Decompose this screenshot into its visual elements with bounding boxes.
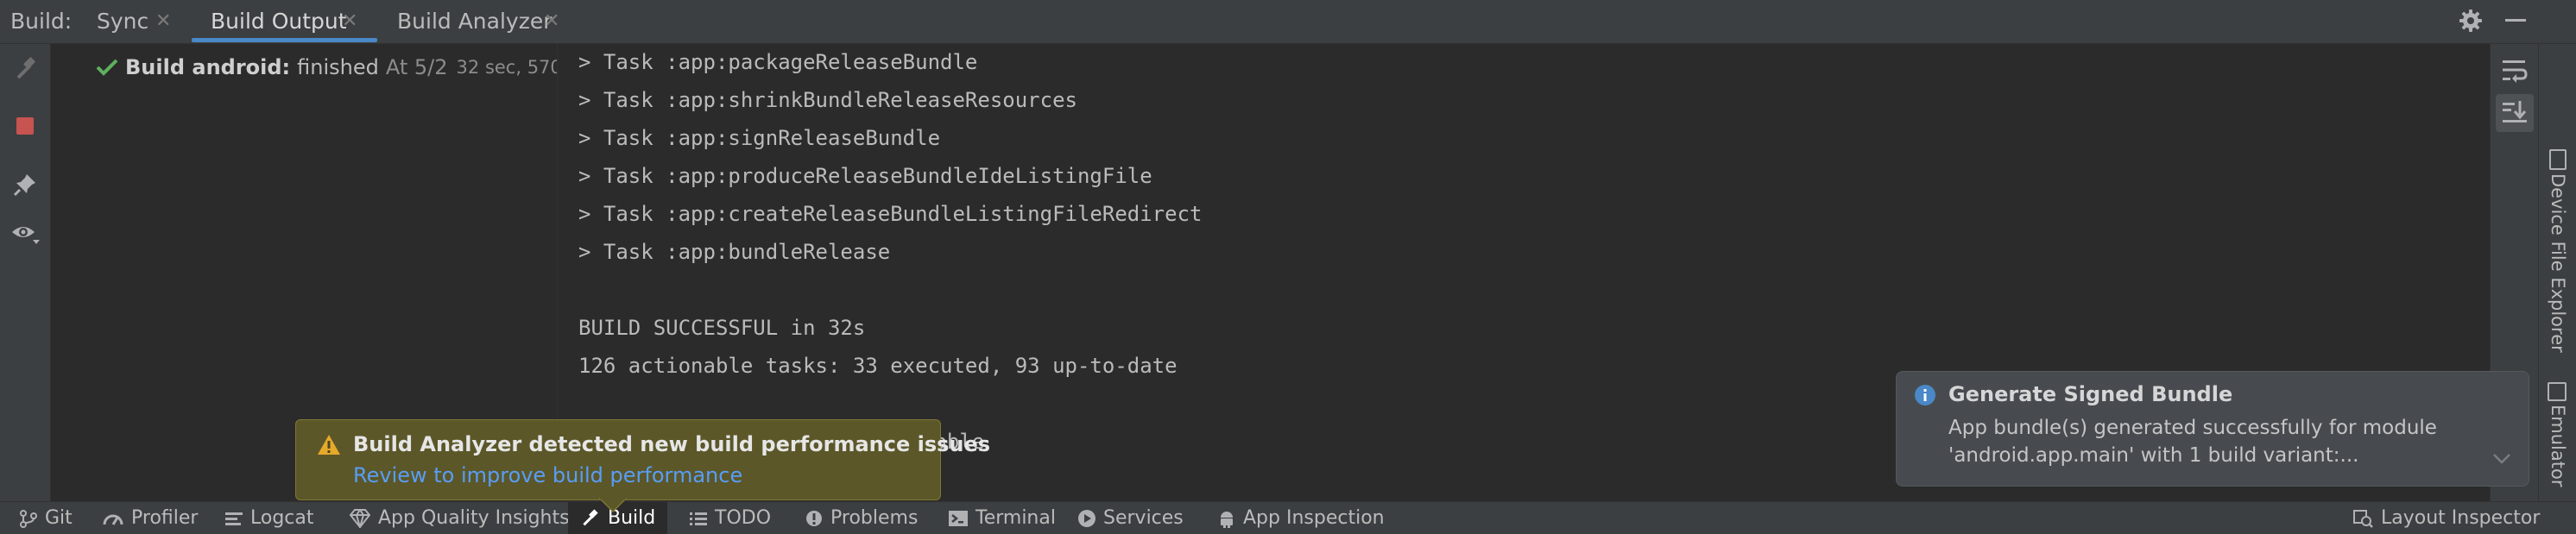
- bottom-tab-label: Logcat: [250, 507, 314, 529]
- bottom-tab-problems[interactable]: Problems: [805, 502, 918, 534]
- console-line: > Task :app:createReleaseBundleListingFi…: [578, 202, 1203, 226]
- console-line: > Task :app:signReleaseBundle: [578, 126, 941, 150]
- notification-body-line1: App bundle(s) generated successfully for…: [1948, 417, 2437, 439]
- close-icon[interactable]: ✕: [155, 10, 171, 32]
- diamond-icon: [349, 508, 371, 528]
- device-icon: [2549, 149, 2567, 170]
- tool-window-header: Build: Sync ✕ Build Output ✕ Build Analy…: [0, 0, 2576, 44]
- bottom-tab-app-inspection[interactable]: App Inspection: [1217, 502, 1385, 534]
- info-icon: [1914, 384, 1936, 406]
- balloon-pointer: [599, 498, 627, 513]
- console-line: > Task :app:shrinkBundleReleaseResources: [578, 88, 1077, 112]
- console-line: > Task :app:produceReleaseBundleIdeListi…: [578, 164, 1152, 188]
- emulator-tab[interactable]: Emulator: [2548, 405, 2568, 487]
- checkmark-icon: [96, 58, 118, 77]
- android-icon: [1217, 509, 1236, 528]
- bottom-tab-label: App Inspection: [1243, 507, 1385, 529]
- device-file-explorer-tab[interactable]: Device File Explorer: [2548, 173, 2568, 353]
- bottom-tab-logcat[interactable]: Logcat: [224, 502, 314, 534]
- soft-wrap-icon[interactable]: [2501, 58, 2529, 84]
- bottom-tab-label: App Quality Insights: [378, 507, 570, 529]
- logcat-icon: [224, 510, 243, 527]
- tab-build-analyzer[interactable]: Build Analyzer: [397, 9, 552, 34]
- bottom-tab-layout-inspector[interactable]: Layout Inspector: [2353, 502, 2540, 534]
- bottom-tab-terminal[interactable]: Terminal: [948, 502, 1056, 534]
- close-icon[interactable]: ✕: [544, 10, 559, 32]
- bottom-tab-label: Layout Inspector: [2381, 507, 2541, 529]
- chevron-down-icon[interactable]: [2492, 453, 2511, 465]
- notification-title: Generate Signed Bundle: [1948, 382, 2233, 406]
- bottom-tab-label: Services: [1103, 507, 1184, 529]
- services-icon: [1077, 509, 1096, 528]
- tree-build-time: At 5/2: [385, 55, 448, 79]
- warning-icon: [317, 434, 341, 456]
- bottom-tab-git[interactable]: Git: [19, 502, 73, 534]
- balloon-title: Build Analyzer detected new build perfor…: [353, 432, 991, 456]
- tree-build-duration: 32 sec, 570 ms: [456, 57, 557, 78]
- tab-sync[interactable]: Sync: [97, 9, 148, 34]
- bottom-tab-todo[interactable]: TODO: [689, 502, 771, 534]
- generate-signed-bundle-notification[interactable]: Generate Signed Bundle App bundle(s) gen…: [1896, 371, 2529, 487]
- bottom-tab-profiler[interactable]: Profiler: [102, 502, 198, 534]
- console-line: > Task :app:bundleRelease: [578, 240, 891, 264]
- bottom-tab-label: Profiler: [131, 507, 199, 529]
- tab-build-output[interactable]: Build Output: [211, 9, 347, 34]
- bottom-tab-label: Problems: [830, 507, 919, 529]
- hammer-icon: [580, 508, 601, 528]
- stop-icon[interactable]: [16, 117, 34, 135]
- notification-body-line2: 'android.app.main' with 1 build variant:…: [1948, 444, 2359, 467]
- terminal-icon: [948, 510, 969, 527]
- build-analyzer-balloon: Build Analyzer detected new build perfor…: [295, 419, 990, 500]
- console-line: BUILD SUCCESSFUL in 32s: [578, 316, 866, 340]
- gear-icon[interactable]: [2459, 9, 2483, 33]
- minimize-icon[interactable]: [2505, 19, 2526, 22]
- list-icon: [689, 510, 708, 527]
- scroll-to-end-icon[interactable]: [2496, 94, 2534, 132]
- bottom-tab-app-quality-insights[interactable]: App Quality Insights: [349, 502, 570, 534]
- emulator-icon: [2548, 382, 2567, 401]
- close-icon[interactable]: ✕: [342, 10, 357, 32]
- tree-build-title: Build android:: [125, 55, 291, 79]
- git-branch-icon: [19, 509, 38, 528]
- problems-icon: [805, 509, 824, 528]
- bottom-tab-label: TODO: [715, 507, 772, 529]
- eye-icon[interactable]: [10, 221, 41, 247]
- gauge-icon: [102, 509, 124, 528]
- tree-row-build[interactable]: Build android: finished At 5/2 32 sec, 5…: [51, 53, 557, 82]
- layout-inspector-icon: [2353, 509, 2374, 528]
- pin-icon[interactable]: [12, 172, 38, 198]
- balloon-review-link[interactable]: Review to improve build performance: [353, 463, 742, 487]
- bottom-tab-label: Git: [45, 507, 73, 529]
- bottom-tool-bar: Git Profiler Logcat App Quality Insights…: [0, 501, 2576, 534]
- console-line: > Task :app:packageReleaseBundle: [578, 50, 978, 74]
- build-prefix-label: Build:: [10, 9, 73, 34]
- bottom-tab-label: Terminal: [975, 507, 1056, 529]
- right-tool-strip: Device File Explorer Emulator: [2538, 44, 2576, 501]
- hammer-icon[interactable]: [12, 56, 38, 82]
- console-line: 126 actionable tasks: 33 executed, 93 up…: [578, 354, 1178, 378]
- active-tab-indicator: [192, 38, 377, 42]
- tree-build-status: finished: [297, 55, 379, 79]
- bottom-tab-services[interactable]: Services: [1077, 502, 1184, 534]
- build-toolbar: [0, 44, 51, 501]
